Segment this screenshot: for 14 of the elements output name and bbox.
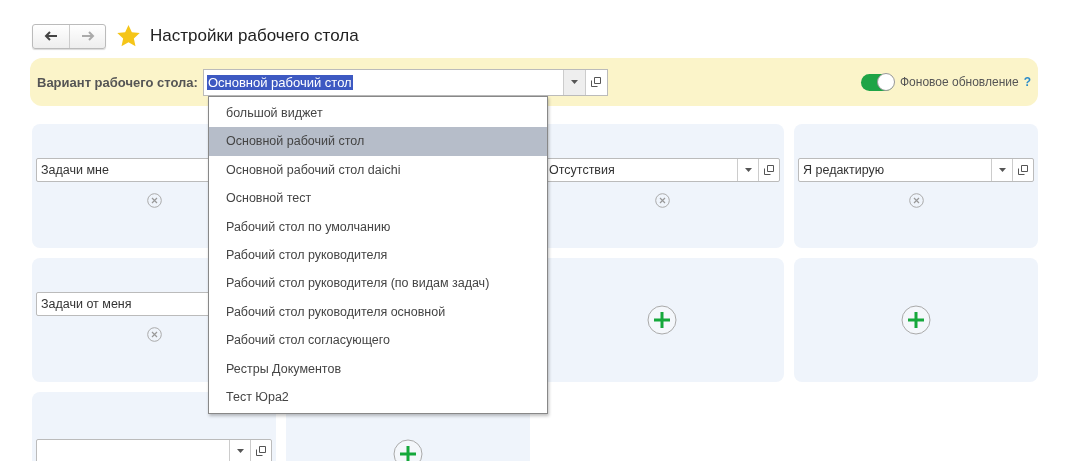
page-title: Настройки рабочего стола xyxy=(150,26,359,46)
dropdown-option[interactable]: Рабочий стол по умолчанию xyxy=(209,212,547,241)
dropdown-option[interactable]: Основной тест xyxy=(209,184,547,213)
dropdown-option[interactable]: Рестры Документов xyxy=(209,354,547,383)
widget-field[interactable]: Я редактирую xyxy=(798,158,1034,182)
dropdown-option[interactable]: Рабочий стол согласующего xyxy=(209,326,547,355)
dropdown-option[interactable]: большой виджет xyxy=(209,99,547,128)
variant-field[interactable]: Основной рабочий стол xyxy=(202,68,608,96)
dropdown-option[interactable]: Рабочий стол руководителя xyxy=(209,240,547,270)
toggle-label: Фоновое обновление xyxy=(900,75,1019,89)
variant-label: Вариант рабочего стола: xyxy=(37,74,198,90)
selected-text: Основной рабочий стол xyxy=(206,74,353,90)
dropdown-option[interactable]: Тест Юра2 xyxy=(209,382,547,412)
dropdown-option[interactable]: Основной рабочий стол xyxy=(209,127,547,156)
